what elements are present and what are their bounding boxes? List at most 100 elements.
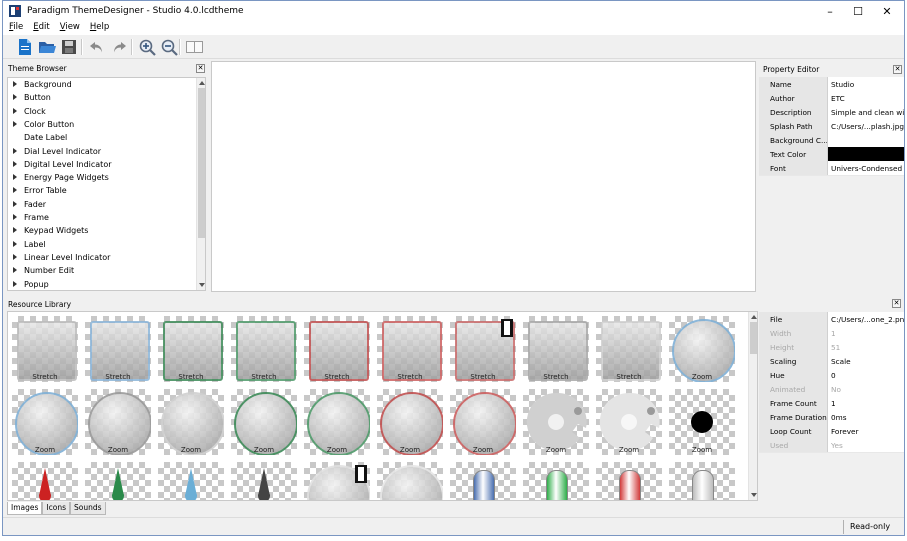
- property-value[interactable]: ETC: [827, 91, 904, 105]
- menu-help[interactable]: Help: [84, 21, 113, 35]
- property-editor-close-icon[interactable]: ✕: [893, 65, 902, 74]
- tree-item-clock[interactable]: Clock: [8, 106, 198, 119]
- resource-thumbnail[interactable]: [231, 462, 297, 500]
- undo-button[interactable]: [87, 37, 107, 57]
- resource-thumbnail[interactable]: Stretch: [158, 316, 224, 382]
- property-value[interactable]: C:/Users/...plash.jpg: [827, 119, 904, 133]
- expand-arrow-icon[interactable]: [13, 160, 17, 167]
- property-row-description[interactable]: DescriptionSimple and clean wit...: [759, 105, 904, 120]
- resource-thumbnail[interactable]: [85, 462, 151, 500]
- tree-item-dial-level-indicator[interactable]: Dial Level Indicator: [8, 146, 198, 159]
- resource-scrollbar[interactable]: [748, 312, 757, 500]
- resource-thumbnail[interactable]: Zoom: [669, 389, 735, 455]
- close-button[interactable]: ✕: [872, 1, 902, 21]
- resource-thumbnail[interactable]: Stretch: [523, 316, 589, 382]
- tree-item-label[interactable]: Label: [8, 239, 198, 252]
- property-value[interactable]: Forever: [827, 424, 904, 438]
- resource-thumbnail[interactable]: Stretch: [85, 316, 151, 382]
- resource-thumbnail[interactable]: [669, 462, 735, 500]
- property-value[interactable]: [827, 133, 904, 147]
- resource-thumbnail[interactable]: Zoom: [12, 389, 78, 455]
- property-value[interactable]: 0ms: [827, 410, 904, 424]
- tab-images[interactable]: Images: [7, 502, 43, 515]
- expand-arrow-icon[interactable]: [13, 187, 17, 194]
- zoom-in-button[interactable]: [137, 37, 157, 57]
- resource-thumbnail[interactable]: [158, 462, 224, 500]
- tab-icons[interactable]: Icons: [42, 502, 70, 515]
- resource-thumbnail[interactable]: Stretch: [377, 316, 443, 382]
- property-row-animated[interactable]: Animated No: [759, 382, 904, 397]
- property-row-frame-count[interactable]: Frame Count 1: [759, 396, 904, 411]
- tree-item-keypad-widgets[interactable]: Keypad Widgets: [8, 225, 198, 238]
- expand-arrow-icon[interactable]: [13, 214, 17, 220]
- tree-item-fader[interactable]: Fader: [8, 199, 198, 212]
- minimize-button[interactable]: –: [815, 1, 845, 21]
- resource-thumbnail[interactable]: Zoom: [85, 389, 151, 455]
- zoom-out-button[interactable]: [159, 37, 179, 57]
- split-view-button[interactable]: [184, 37, 204, 57]
- property-value[interactable]: 1: [827, 396, 904, 410]
- scrollbar-thumb[interactable]: [198, 88, 205, 238]
- resource-thumbnail[interactable]: Stretch: [304, 316, 370, 382]
- resource-thumbnail[interactable]: Stretch: [450, 316, 516, 382]
- redo-button[interactable]: [109, 37, 129, 57]
- scroll-down-icon[interactable]: [751, 493, 757, 497]
- resource-thumbnail[interactable]: Zoom: [523, 389, 589, 455]
- property-value[interactable]: C:/Users/...one_2.png: [827, 312, 904, 326]
- scroll-up-icon[interactable]: [751, 315, 757, 319]
- tree-item-energy-page-widgets[interactable]: Energy Page Widgets: [8, 172, 198, 185]
- resource-thumbnail[interactable]: Zoom: [596, 389, 662, 455]
- expand-arrow-icon[interactable]: [13, 120, 17, 127]
- menu-view[interactable]: View: [54, 21, 84, 35]
- property-row-loop-count[interactable]: Loop Count Forever: [759, 424, 904, 439]
- tree-item-digital-level-indicator[interactable]: Digital Level Indicator: [8, 159, 198, 172]
- expand-arrow-icon[interactable]: [13, 94, 17, 101]
- scrollbar-thumb[interactable]: [750, 322, 757, 354]
- expand-arrow-icon[interactable]: [13, 227, 17, 234]
- property-row-splash-path[interactable]: Splash Path C:/Users/...plash.jpg: [759, 119, 904, 134]
- new-document-button[interactable]: [15, 37, 35, 57]
- menu-edit[interactable]: Edit: [27, 21, 53, 35]
- color-swatch[interactable]: [827, 147, 904, 161]
- tree-item-frame[interactable]: Frame: [8, 212, 198, 225]
- design-canvas[interactable]: [211, 61, 756, 292]
- tab-sounds[interactable]: Sounds: [70, 502, 106, 515]
- resource-thumbnail[interactable]: Zoom: [158, 389, 224, 455]
- resource-thumbnail[interactable]: Zoom: [231, 389, 297, 455]
- property-value[interactable]: Simple and clean wit...: [827, 105, 904, 119]
- scroll-up-icon[interactable]: [199, 81, 205, 85]
- expand-arrow-icon[interactable]: [13, 200, 17, 207]
- expand-arrow-icon[interactable]: [13, 280, 17, 287]
- tree-item-background[interactable]: Background: [8, 79, 198, 92]
- expand-arrow-icon[interactable]: [13, 107, 17, 114]
- resource-thumbnail[interactable]: Stretch: [12, 316, 78, 382]
- resource-thumbnail[interactable]: Zoom: [669, 316, 735, 382]
- property-row-width[interactable]: Width 1: [759, 326, 904, 341]
- resource-thumbnail[interactable]: Zoom: [377, 389, 443, 455]
- property-value[interactable]: Studio: [827, 77, 904, 91]
- tree-item-button[interactable]: Button: [8, 92, 198, 105]
- property-value[interactable]: Univers-Condensed: [827, 161, 904, 175]
- save-button[interactable]: [59, 37, 79, 57]
- resource-thumbnail[interactable]: [304, 462, 370, 500]
- resource-thumbnail[interactable]: [377, 462, 443, 500]
- resource-thumbnail[interactable]: Stretch: [231, 316, 297, 382]
- resource-thumbnail[interactable]: [450, 462, 516, 500]
- maximize-button[interactable]: ☐: [843, 1, 873, 21]
- resource-thumbnail[interactable]: [12, 462, 78, 500]
- expand-arrow-icon[interactable]: [13, 174, 17, 181]
- resource-thumbnail[interactable]: [523, 462, 589, 500]
- expand-arrow-icon[interactable]: [13, 147, 17, 154]
- property-row-name[interactable]: Name Studio: [759, 77, 904, 92]
- property-row-scaling[interactable]: Scaling Scale: [759, 354, 904, 369]
- resource-thumbnail[interactable]: Zoom: [450, 389, 516, 455]
- theme-browser-scrollbar[interactable]: [196, 78, 205, 290]
- tree-item-error-table[interactable]: Error Table: [8, 185, 198, 198]
- property-row-background-c[interactable]: Background C...: [759, 133, 904, 148]
- property-row-file[interactable]: File C:/Users/...one_2.png: [759, 312, 904, 327]
- expand-arrow-icon[interactable]: [13, 240, 17, 247]
- resource-thumbnail[interactable]: Zoom: [304, 389, 370, 455]
- property-row-used[interactable]: Used Yes: [759, 438, 904, 453]
- expand-arrow-icon[interactable]: [13, 81, 17, 87]
- scroll-down-icon[interactable]: [199, 283, 205, 287]
